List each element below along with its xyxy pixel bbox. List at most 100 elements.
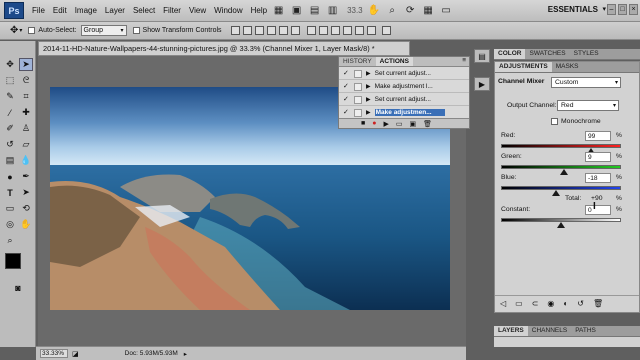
mini-bridge-icon[interactable]: ▣ [290, 4, 303, 17]
expand-triangle-icon[interactable]: ▶ [366, 96, 371, 103]
blur-tool-icon[interactable]: 💧 [19, 154, 33, 167]
crop-tool-icon[interactable]: ⌗ [19, 90, 33, 103]
dodge-tool-icon[interactable]: ● [3, 170, 17, 183]
dialog-toggle[interactable] [354, 82, 362, 91]
extras-icon[interactable]: ▤ [308, 4, 321, 17]
arrange-icon[interactable]: ▥ [326, 4, 339, 17]
3d-orbit-icon[interactable]: ◎ [3, 218, 17, 231]
menu-layer[interactable]: Layer [105, 6, 125, 15]
tab-styles[interactable]: STYLES [570, 49, 603, 59]
history-panel-icon[interactable]: ▤ [474, 49, 490, 63]
actions-panel-icon[interactable]: ▶ [474, 77, 490, 91]
output-channel-dropdown[interactable]: Red [557, 100, 619, 111]
hand-tool-icon[interactable]: ✋ [19, 218, 33, 231]
distribute-center-icon[interactable] [354, 26, 364, 35]
path-select-icon[interactable]: ➤ [19, 186, 33, 199]
play-icon[interactable]: ▶ [383, 120, 388, 128]
green-value-input[interactable]: 9 [585, 152, 611, 162]
blue-slider-thumb[interactable] [551, 190, 560, 196]
preset-dropdown[interactable]: Custom [551, 77, 621, 88]
pen-tool-icon[interactable]: ✒ [19, 170, 33, 183]
selection-arrow-icon[interactable]: ➤ [19, 58, 33, 71]
dialog-toggle[interactable] [354, 95, 362, 104]
reset-icon[interactable]: ↺ [577, 299, 584, 308]
auto-select-dropdown[interactable]: Group [80, 25, 127, 36]
red-slider[interactable] [501, 144, 621, 148]
view-previous-icon[interactable]: ◐ [563, 299, 568, 308]
return-to-list-icon[interactable]: ◁ [500, 299, 506, 308]
tab-masks[interactable]: MASKS [552, 62, 583, 72]
chevron-down-icon[interactable]: ▾ [602, 5, 606, 13]
action-row[interactable]: ✓ ▶ Set current adjust... [339, 94, 469, 106]
action-row[interactable]: ✓ ▶ Make adjustment l... [339, 81, 469, 93]
healing-brush-icon[interactable]: ✚ [19, 106, 33, 119]
expand-triangle-icon[interactable]: ▶ [366, 70, 371, 77]
distribute-top-icon[interactable] [306, 26, 316, 35]
tab-layers[interactable]: LAYERS [494, 326, 528, 336]
menu-view[interactable]: View [189, 6, 206, 15]
move-tool-icon[interactable]: ✥ [3, 58, 17, 71]
tab-paths[interactable]: PATHS [571, 326, 600, 336]
tab-history[interactable]: HISTORY [339, 57, 376, 66]
menu-file[interactable]: File [32, 6, 45, 15]
chevron-down-icon[interactable]: ▾ [19, 27, 22, 34]
zoom-level[interactable]: 33.3 [347, 6, 363, 15]
checkmark-icon[interactable]: ✓ [343, 83, 351, 91]
eyedropper-icon[interactable]: ⁄ [3, 106, 17, 119]
lasso-tool-icon[interactable]: ᘓ [19, 74, 33, 87]
minimize-button[interactable]: – [607, 4, 616, 15]
quick-select-icon[interactable]: ✎ [3, 90, 17, 103]
tab-adjustments[interactable]: ADJUSTMENTS [495, 62, 552, 72]
blue-slider[interactable] [501, 186, 621, 190]
show-transform-checkbox[interactable] [132, 27, 140, 34]
3d-rotate-icon[interactable]: ⟲ [19, 202, 33, 215]
dialog-toggle[interactable] [354, 108, 362, 117]
expand-view-icon[interactable]: ▭ [515, 299, 523, 308]
eraser-icon[interactable]: ▱ [19, 138, 33, 151]
gradient-icon[interactable]: ▤ [3, 154, 17, 167]
auto-select-checkbox[interactable] [28, 27, 36, 34]
distribute-bottom-icon[interactable] [330, 26, 340, 35]
distribute-right-icon[interactable] [366, 26, 376, 35]
tab-actions[interactable]: ACTIONS [375, 57, 413, 66]
action-row[interactable]: ✓ ▶ Set current adjust... [339, 68, 469, 80]
new-set-icon[interactable]: ▭ [396, 120, 403, 128]
tab-color[interactable]: COLOR [494, 49, 526, 59]
zoom-tool-icon[interactable]: ⌕ [3, 234, 17, 247]
record-icon[interactable]: ● [372, 120, 376, 127]
checkmark-icon[interactable]: ✓ [343, 70, 351, 78]
clip-to-layer-icon[interactable]: ⊂ [532, 299, 539, 308]
constant-slider-thumb[interactable] [557, 222, 565, 228]
constant-value-input[interactable]: 0 [585, 205, 611, 215]
checkmark-icon[interactable]: ✓ [343, 109, 351, 117]
type-tool-icon[interactable]: T [3, 186, 17, 199]
panel-menu-icon[interactable]: ≡ [462, 57, 469, 66]
screen-mode-icon[interactable]: ▭ [440, 4, 453, 17]
expand-triangle-icon[interactable]: ▶ [366, 83, 371, 90]
brush-tool-icon[interactable]: ✐ [3, 122, 17, 135]
foreground-color-swatch[interactable] [5, 253, 21, 269]
distribute-middle-icon[interactable] [318, 26, 328, 35]
shape-tool-icon[interactable]: ▭ [3, 202, 17, 215]
align-right-icon[interactable] [290, 26, 300, 35]
menu-image[interactable]: Image [75, 6, 97, 15]
tab-channels[interactable]: CHANNELS [528, 326, 571, 336]
quick-mask-icon[interactable]: ◙ [11, 281, 25, 294]
red-value-input[interactable]: 99 [585, 131, 611, 141]
status-menu-arrow[interactable]: ▸ [184, 350, 187, 358]
zoom-icon[interactable]: ⌕ [386, 4, 399, 17]
checkmark-icon[interactable]: ✓ [343, 96, 351, 104]
hand-icon[interactable]: ✋ [368, 4, 381, 17]
bridge-icon[interactable]: ▦ [272, 4, 285, 17]
menu-window[interactable]: Window [214, 6, 242, 15]
rotate-view-icon[interactable]: ⟳ [404, 4, 417, 17]
align-center-icon[interactable] [278, 26, 288, 35]
document-tab[interactable]: 2014-11-HD-Nature-Wallpapers-44-stunning… [38, 41, 410, 56]
zoom-field[interactable]: 33.33% [40, 349, 68, 358]
stop-icon[interactable]: ■ [361, 120, 365, 127]
maximize-button[interactable]: □ [618, 4, 627, 15]
menu-filter[interactable]: Filter [163, 6, 181, 15]
align-left-icon[interactable] [266, 26, 276, 35]
menu-edit[interactable]: Edit [53, 6, 67, 15]
close-button[interactable]: × [629, 4, 638, 15]
